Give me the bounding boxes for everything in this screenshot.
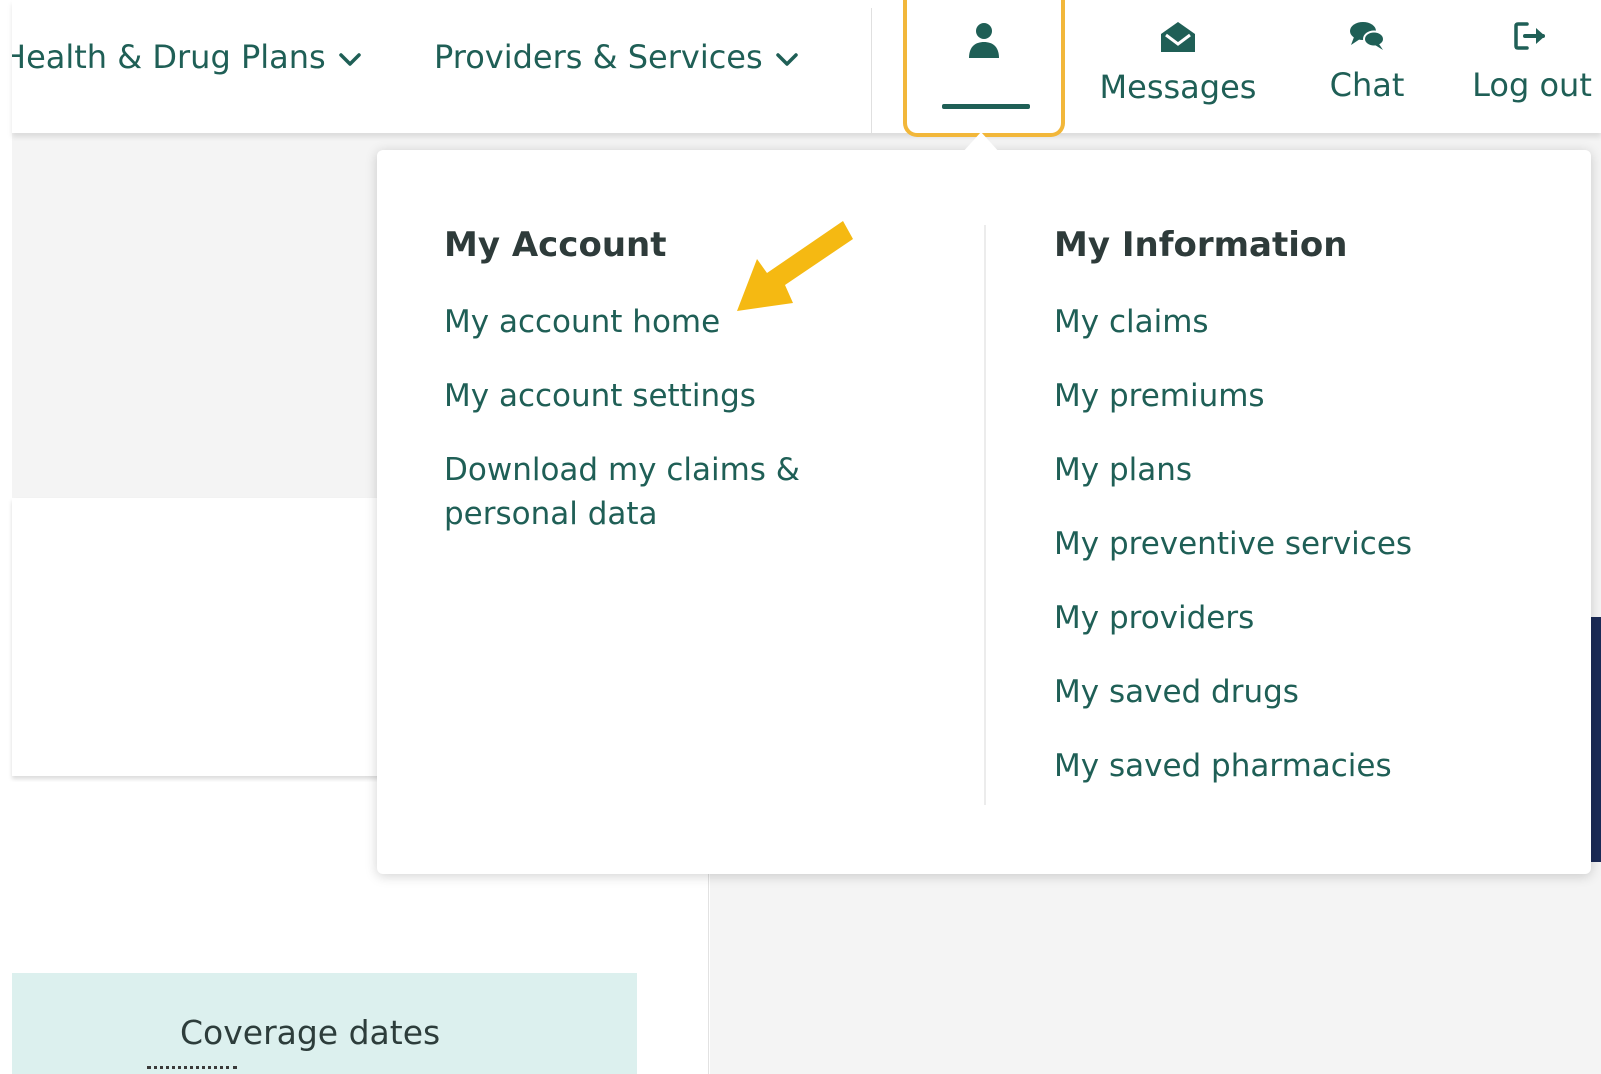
logout-link[interactable]: Log out — [1463, 20, 1601, 104]
coverage-dates-label: Coverage dates — [180, 1013, 441, 1052]
chat-label: Chat — [1329, 66, 1405, 104]
navy-accent-bar — [1591, 617, 1601, 862]
menu-link-my-saved-drugs[interactable]: My saved drugs — [1054, 670, 1299, 714]
logout-label: Log out — [1472, 66, 1592, 104]
dotted-link-underline — [147, 1066, 237, 1069]
messages-link[interactable]: Messages — [1093, 20, 1263, 106]
messages-label: Messages — [1099, 68, 1257, 106]
sign-out-icon — [1463, 20, 1601, 60]
background-panel — [12, 133, 412, 498]
chevron-down-icon — [775, 38, 799, 76]
page: Coverage dates Health & Drug Plans Provi… — [0, 0, 1601, 1074]
menu-link-my-plans[interactable]: My plans — [1054, 448, 1192, 492]
menu-link-download-claims-data[interactable]: Download my claims & personal data — [444, 448, 824, 536]
person-icon — [967, 22, 1001, 64]
chat-bubbles-icon — [1312, 20, 1422, 60]
menu-link-my-claims[interactable]: My claims — [1054, 300, 1209, 344]
my-account-heading: My Account — [444, 225, 667, 265]
column-divider — [984, 225, 986, 805]
chevron-down-icon — [338, 38, 362, 76]
account-dropdown-menu: My Account My account home My account se… — [377, 150, 1591, 874]
account-menu-button[interactable] — [903, 0, 1065, 137]
menu-link-my-providers[interactable]: My providers — [1054, 596, 1254, 640]
nav-divider — [871, 8, 872, 133]
my-information-heading: My Information — [1054, 225, 1348, 265]
dropdown-caret — [961, 132, 1001, 154]
nav-providers-services[interactable]: Providers & Services — [434, 38, 799, 76]
nav-providers-services-label: Providers & Services — [434, 38, 763, 76]
menu-link-my-account-settings[interactable]: My account settings — [444, 374, 824, 418]
menu-link-my-premiums[interactable]: My premiums — [1054, 374, 1265, 418]
chat-link[interactable]: Chat — [1312, 20, 1422, 104]
background-card — [12, 498, 412, 776]
menu-link-my-saved-pharmacies[interactable]: My saved pharmacies — [1054, 744, 1392, 788]
envelope-open-icon — [1093, 20, 1263, 62]
active-indicator — [942, 104, 1030, 109]
menu-link-my-preventive-services[interactable]: My preventive services — [1054, 522, 1412, 566]
nav-health-drug-plans[interactable]: Health & Drug Plans — [12, 38, 374, 76]
background-panel — [710, 870, 1601, 1074]
nav-health-drug-plans-label: Health & Drug Plans — [12, 38, 326, 76]
annotation-arrow-icon — [735, 215, 855, 329]
